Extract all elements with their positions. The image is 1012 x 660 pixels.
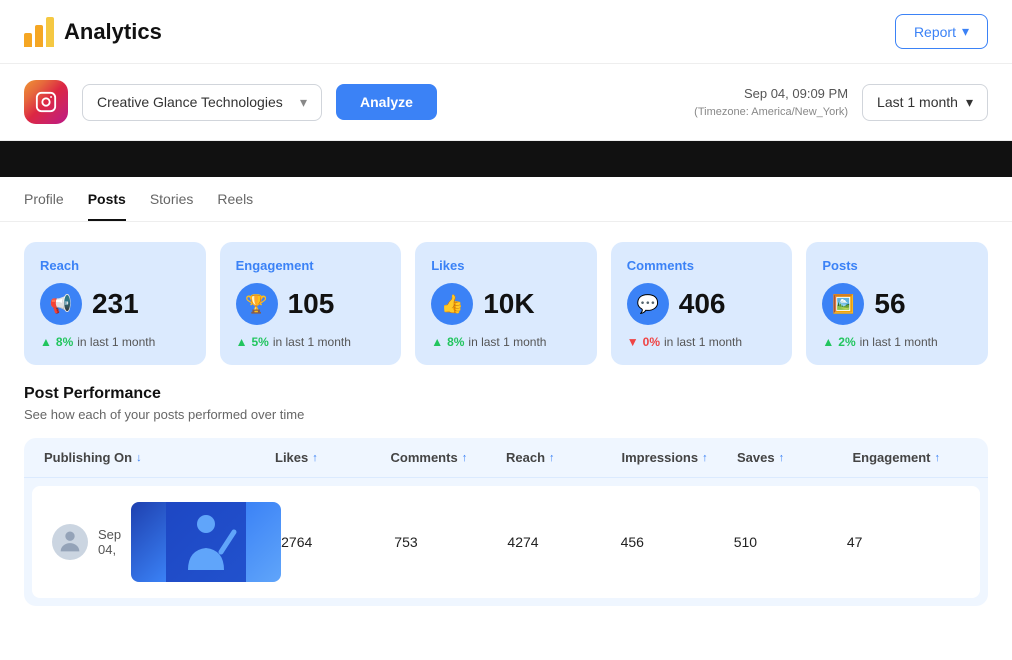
toolbar: Creative Glance Technologies ▾ Analyze S… bbox=[0, 64, 1012, 141]
period-label: Last 1 month bbox=[877, 94, 958, 110]
metric-value-row-reach: 📢 231 bbox=[40, 283, 190, 325]
up-arrow-icon: ▲ bbox=[431, 335, 443, 349]
sort-icon: ↑ bbox=[312, 452, 318, 464]
reach-change: ▲ 8% in last 1 month bbox=[40, 335, 190, 349]
chevron-down-icon: ▾ bbox=[966, 94, 973, 111]
reach-icon: 📢 bbox=[40, 283, 82, 325]
sort-icon: ↑ bbox=[935, 452, 941, 464]
header: Analytics Report ▾ bbox=[0, 0, 1012, 64]
sort-icon: ↑ bbox=[462, 452, 468, 464]
up-arrow-icon: ▲ bbox=[236, 335, 248, 349]
col-publishing-on[interactable]: Publishing On ↓ bbox=[44, 450, 275, 465]
reach-value: 231 bbox=[92, 288, 139, 320]
cell-impressions: 456 bbox=[621, 534, 734, 550]
up-arrow-icon: ▲ bbox=[40, 335, 52, 349]
account-name: Creative Glance Technologies bbox=[97, 94, 283, 110]
report-button[interactable]: Report ▾ bbox=[895, 14, 988, 49]
table-header: Publishing On ↓ Likes ↑ Comments ↑ Reach… bbox=[24, 438, 988, 478]
col-likes[interactable]: Likes ↑ bbox=[275, 450, 391, 465]
cell-saves: 510 bbox=[734, 534, 847, 550]
post-thumbnail bbox=[131, 502, 281, 582]
datetime-value: Sep 04, 09:09 PM bbox=[694, 84, 848, 104]
logo-group: Analytics bbox=[24, 17, 895, 47]
col-reach[interactable]: Reach ↑ bbox=[506, 450, 622, 465]
black-bar bbox=[0, 141, 1012, 177]
up-arrow-icon: ▲ bbox=[822, 335, 834, 349]
comments-icon: 💬 bbox=[627, 283, 669, 325]
cell-engagement: 47 bbox=[847, 534, 960, 550]
instagram-icon bbox=[24, 80, 68, 124]
metric-card-posts: Posts 🖼️ 56 ▲ 2% in last 1 month bbox=[806, 242, 988, 365]
engagement-value: 105 bbox=[288, 288, 335, 320]
likes-icon: 👍 bbox=[431, 283, 473, 325]
metric-label-reach: Reach bbox=[40, 258, 190, 273]
period-dropdown[interactable]: Last 1 month ▾ bbox=[862, 84, 988, 121]
cell-comments: 753 bbox=[394, 534, 507, 550]
col-impressions[interactable]: Impressions ↑ bbox=[622, 450, 738, 465]
metric-card-engagement: Engagement 🏆 105 ▲ 5% in last 1 month bbox=[220, 242, 402, 365]
cell-likes: 2764 bbox=[281, 534, 394, 550]
posts-value: 56 bbox=[874, 288, 905, 320]
metric-value-row-likes: 👍 10K bbox=[431, 283, 581, 325]
post-performance-title: Post Performance bbox=[24, 385, 988, 403]
performance-table: Publishing On ↓ Likes ↑ Comments ↑ Reach… bbox=[24, 438, 988, 606]
post-avatar bbox=[52, 524, 88, 560]
comments-change: ▼ 0% in last 1 month bbox=[627, 335, 777, 349]
tabs: Profile Posts Stories Reels bbox=[0, 177, 1012, 222]
sort-icon: ↑ bbox=[779, 452, 785, 464]
col-comments[interactable]: Comments ↑ bbox=[391, 450, 507, 465]
engagement-change: ▲ 5% in last 1 month bbox=[236, 335, 386, 349]
metric-value-row-engagement: 🏆 105 bbox=[236, 283, 386, 325]
sort-icon: ↑ bbox=[549, 452, 555, 464]
metric-label-likes: Likes bbox=[431, 258, 581, 273]
down-arrow-icon: ▼ bbox=[627, 335, 639, 349]
col-engagement[interactable]: Engagement ↑ bbox=[853, 450, 969, 465]
metric-label-comments: Comments bbox=[627, 258, 777, 273]
sort-icon: ↓ bbox=[136, 452, 142, 464]
account-dropdown[interactable]: Creative Glance Technologies ▾ bbox=[82, 84, 322, 121]
chevron-down-icon: ▾ bbox=[962, 23, 969, 40]
sort-icon: ↑ bbox=[702, 452, 708, 464]
metric-label-engagement: Engagement bbox=[236, 258, 386, 273]
posts-change: ▲ 2% in last 1 month bbox=[822, 335, 972, 349]
engagement-icon: 🏆 bbox=[236, 283, 278, 325]
post-performance-desc: See how each of your posts performed ove… bbox=[24, 407, 988, 422]
metric-card-reach: Reach 📢 231 ▲ 8% in last 1 month bbox=[24, 242, 206, 365]
comments-value: 406 bbox=[679, 288, 726, 320]
tab-reels[interactable]: Reels bbox=[217, 191, 253, 221]
metric-label-posts: Posts bbox=[822, 258, 972, 273]
post-date: Sep 04, bbox=[98, 527, 121, 557]
post-info: Sep 04, bbox=[52, 502, 281, 582]
likes-change: ▲ 8% in last 1 month bbox=[431, 335, 581, 349]
chevron-down-icon: ▾ bbox=[300, 94, 307, 111]
timezone-value: (Timezone: America/New_York) bbox=[694, 104, 848, 121]
metric-card-likes: Likes 👍 10K ▲ 8% in last 1 month bbox=[415, 242, 597, 365]
post-performance-section: Post Performance See how each of your po… bbox=[0, 385, 1012, 626]
cell-reach: 4274 bbox=[507, 534, 620, 550]
tab-posts[interactable]: Posts bbox=[88, 191, 126, 221]
page-title: Analytics bbox=[64, 19, 162, 45]
bar-chart-icon bbox=[24, 17, 54, 47]
metrics-row: Reach 📢 231 ▲ 8% in last 1 month Engagem… bbox=[0, 222, 1012, 385]
metric-value-row-comments: 💬 406 bbox=[627, 283, 777, 325]
likes-value: 10K bbox=[483, 288, 534, 320]
table-row: Sep 04, bbox=[32, 486, 980, 598]
analyze-button[interactable]: Analyze bbox=[336, 84, 437, 120]
col-saves[interactable]: Saves ↑ bbox=[737, 450, 853, 465]
datetime-info: Sep 04, 09:09 PM (Timezone: America/New_… bbox=[694, 84, 848, 120]
metric-card-comments: Comments 💬 406 ▼ 0% in last 1 month bbox=[611, 242, 793, 365]
tab-stories[interactable]: Stories bbox=[150, 191, 194, 221]
metric-value-row-posts: 🖼️ 56 bbox=[822, 283, 972, 325]
posts-icon: 🖼️ bbox=[822, 283, 864, 325]
tab-profile[interactable]: Profile bbox=[24, 191, 64, 221]
